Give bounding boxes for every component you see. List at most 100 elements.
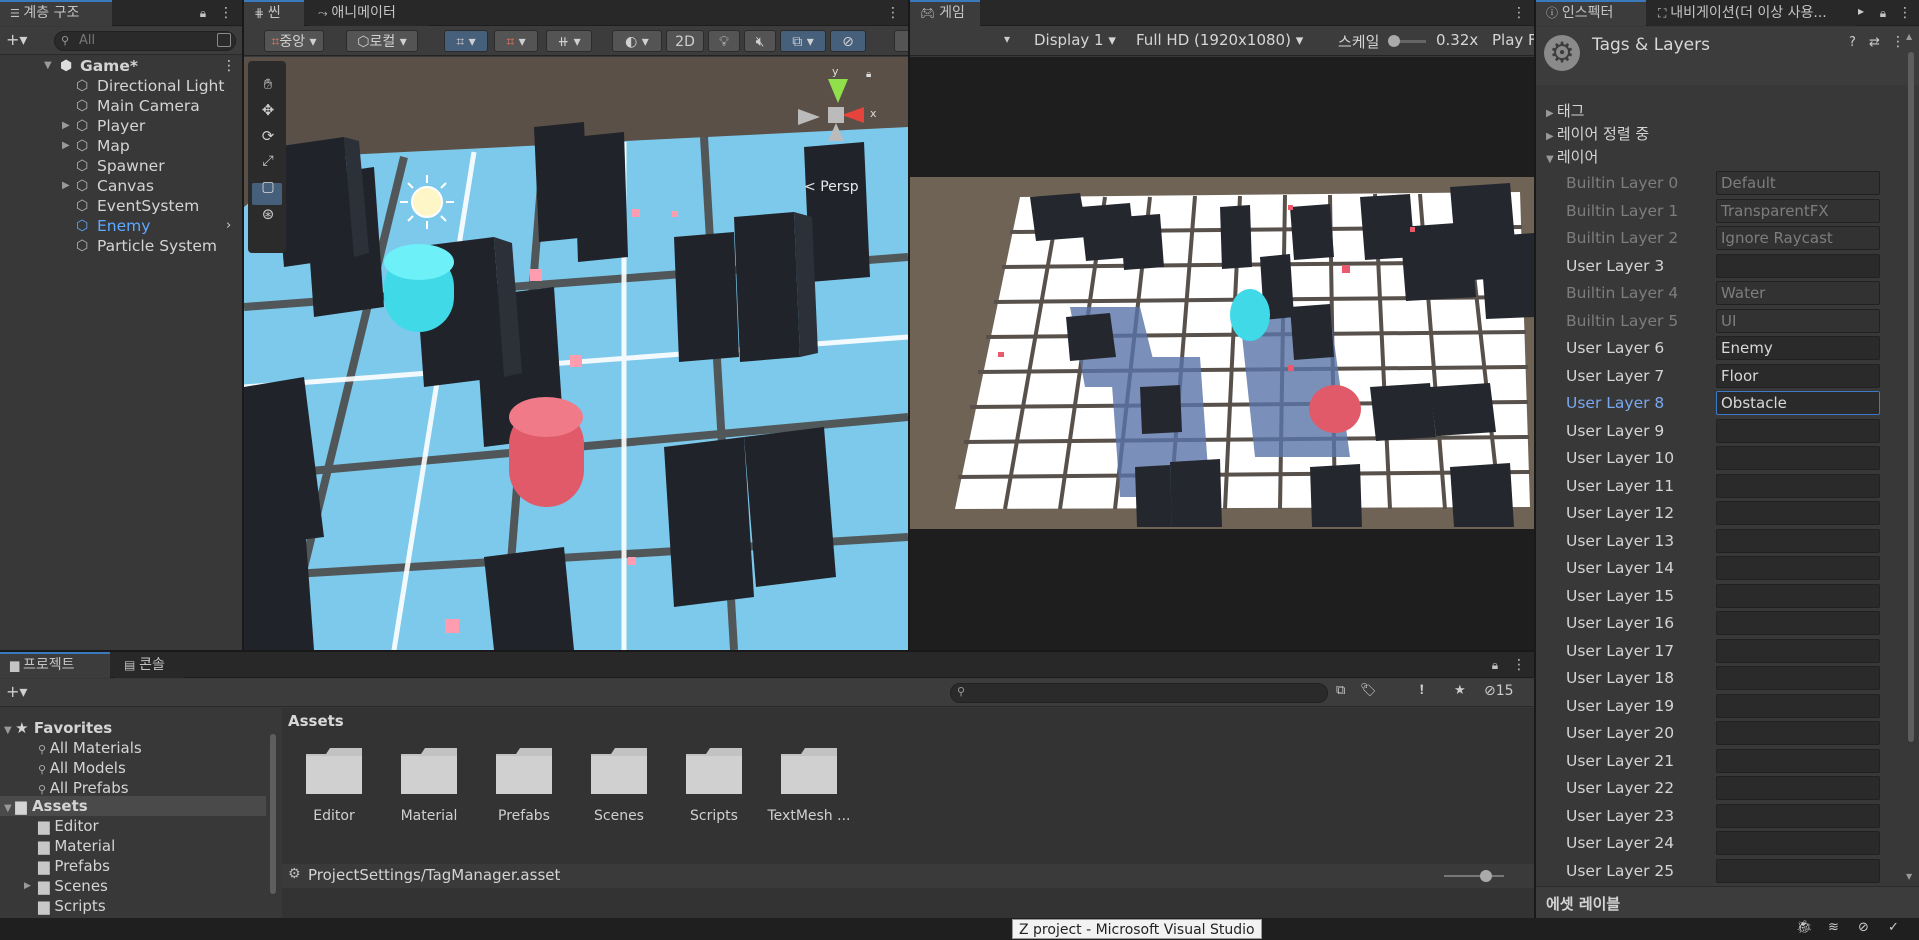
section-layers[interactable]: ▼ 레이어 [1546,146,1598,167]
folder-icon[interactable] [589,744,649,796]
audio-toggle[interactable]: 🔇︎ [744,30,776,52]
hand-tool-icon[interactable]: ✋︎ [254,75,282,97]
hierarchy-item[interactable]: ▶ ⬡ Canvas [0,176,242,196]
search-by-type-icon[interactable]: ⧉ [1336,683,1345,698]
hierarchy-item[interactable]: ⬡ Spawner [0,156,242,176]
project-lock-icon[interactable]: 🔒︎ [1488,656,1502,674]
layer-name-field[interactable] [1716,858,1880,883]
inspector-lock-icon[interactable]: 🔒︎ [1876,4,1890,22]
icon-size-slider-thumb[interactable] [1480,870,1492,882]
game-view-dropdown[interactable]: ▾ [1004,32,1010,46]
expand-arrow-icon[interactable]: ▼ [44,56,56,76]
layer-name-field[interactable] [1716,611,1880,635]
assets-root[interactable]: ▼ ▆ Assets [4,796,88,816]
kebab-menu-icon[interactable]: ⋮ [219,4,233,22]
layer-name-field[interactable] [1716,748,1880,773]
favorite-item[interactable]: ⚲ All Prefabs [38,778,129,798]
project-kebab-menu-icon[interactable]: ⋮ [1512,656,1526,674]
preset-icon[interactable]: ⇄ [1869,35,1880,50]
component-kebab-icon[interactable]: ⋮ [1891,34,1905,50]
inspector-scrollbar[interactable]: ▲ ▼ [1906,32,1916,892]
tab-game[interactable]: 🎮︎ 게임 [910,0,980,26]
section-sorting-layers[interactable]: ▶ 레이어 정렬 중 [1546,123,1649,144]
search-by-label-icon[interactable]: 🏷︎ [1360,683,1377,698]
orientation-gizmo[interactable]: y x 🔒︎ [794,65,884,165]
projection-label[interactable]: < Persp [804,179,859,195]
hierarchy-item[interactable]: ⬡ Enemy › [0,216,242,236]
layer-name-field[interactable] [1716,418,1880,443]
ruler-button[interactable]: ⧺ ▾ [546,30,592,52]
layer-name-field[interactable] [1716,446,1880,470]
scene-visibility-toggle[interactable]: ⊘ [830,30,866,52]
tab-scene[interactable]: ⋕ 씬 [244,0,304,26]
layer-name-field[interactable] [1716,666,1880,690]
layer-name-field[interactable] [1716,556,1880,580]
layer-name-field[interactable] [1716,638,1880,663]
space-dropdown[interactable]: ⬡로컬 ▾ [346,30,418,52]
collapsed-arrow-icon[interactable]: ▶ [62,116,74,136]
assets-root-row[interactable]: ▼ ▆ Assets [0,796,266,816]
gizmos-button[interactable] [894,30,908,52]
tab-console[interactable]: ▤ 콘솔 [114,652,184,678]
layer-name-field[interactable] [1716,253,1880,278]
project-search-input[interactable]: ⚲ [950,683,1328,703]
lock-icon[interactable]: 🔒︎ [196,4,210,22]
tree-scrollbar[interactable] [268,712,278,912]
folder-icon[interactable] [399,744,459,796]
play-focused-dropdown[interactable]: Play F [1492,31,1534,49]
scene-kebab-icon[interactable]: ⋮ [222,56,236,76]
hierarchy-item[interactable]: ▶ ⬡ Map [0,136,242,156]
tree-scrollbar-thumb[interactable] [270,734,276,894]
layer-name-field[interactable] [1716,803,1880,828]
tab-navigation[interactable]: ⛶ 내비게이션(더 이상 사용... [1648,0,1856,26]
layer-name-field[interactable] [1716,528,1880,553]
favorite-star-icon[interactable]: ★ [1454,683,1466,698]
layer-name-field[interactable]: Floor [1716,363,1880,388]
tab-hierarchy[interactable]: ☰ 계층 구조 [0,0,112,26]
asset-tree-item[interactable]: ▶ ▆ Scenes [24,876,108,896]
asset-tree-item[interactable]: ▆ Material [26,836,115,856]
game-viewport[interactable] [910,57,1534,650]
asset-tree-item[interactable]: ▆ Editor [26,816,99,836]
help-icon[interactable]: ? [1849,35,1856,50]
pivot-dropdown[interactable]: ⌗중앙 ▾ [264,30,324,52]
collapsed-arrow-icon[interactable]: ▶ [24,876,31,896]
asset-tree-item[interactable]: ▆ Prefabs [26,856,110,876]
scene-viewport[interactable]: ✋︎ ✥ ⟳ ⤢ ▢ ⊛ y x 🔒︎ < Persp [244,57,908,650]
layer-name-field[interactable] [1716,776,1880,800]
resolution-dropdown[interactable]: Full HD (1920x1080) ▾ [1136,31,1303,49]
tab-project[interactable]: ▆ 프로젝트 [0,652,110,678]
folder-icon[interactable] [494,744,554,796]
hierarchy-item[interactable]: ⬡ Main Camera [0,96,242,116]
layer-name-field[interactable] [1716,473,1880,498]
favorite-item[interactable]: ⚲ All Materials [38,738,142,758]
scale-slider-thumb[interactable] [1388,35,1400,47]
scrollbar-down-arrow-icon[interactable]: ▼ [1906,872,1916,881]
folder-icon[interactable] [304,744,364,796]
favorite-item[interactable]: ⚲ All Models [38,758,126,778]
scrollbar-up-arrow-icon[interactable]: ▲ [1906,32,1916,41]
effects-toggle[interactable]: ⧉ ▾ [780,30,826,52]
hierarchy-item[interactable]: ⬡ EventSystem [0,196,242,216]
warning-filter-icon[interactable]: ❗︎ [1420,683,1424,698]
layer-name-field[interactable] [1716,831,1880,855]
layer-name-field[interactable]: Enemy [1716,336,1880,360]
scale-slider[interactable] [1388,35,1426,47]
transform-tool-icon[interactable]: ⊛ [254,205,282,227]
hierarchy-search-input[interactable]: ⚲ All [54,31,236,51]
prefab-open-arrow-icon[interactable]: › [226,216,231,236]
tab-animator[interactable]: ⤳ 애니메이터 [308,0,428,26]
hierarchy-item[interactable]: ⬡ Particle System [0,236,242,256]
mode-2d-button[interactable]: 2D [666,30,704,52]
collapsed-arrow-icon[interactable]: ▶ [62,136,74,156]
inspector-kebab-menu-icon[interactable]: ⋮ [1898,4,1912,22]
auto-generate-lighting-icon[interactable]: ⊘ [1858,920,1869,935]
scale-tool-icon[interactable]: ⤢ [254,153,282,175]
hierarchy-item[interactable]: ⬡ Directional Light [0,76,242,96]
scrollbar-thumb[interactable] [1908,52,1914,742]
folder-icon[interactable] [684,744,744,796]
grid-snap-button[interactable]: ⌗ ▾ [444,30,488,52]
debugger-icon[interactable]: 🐞︎ [1796,920,1813,935]
tab-overflow-arrow-icon[interactable]: ▸ [1858,4,1864,18]
rotate-tool-icon[interactable]: ⟳ [254,127,282,149]
